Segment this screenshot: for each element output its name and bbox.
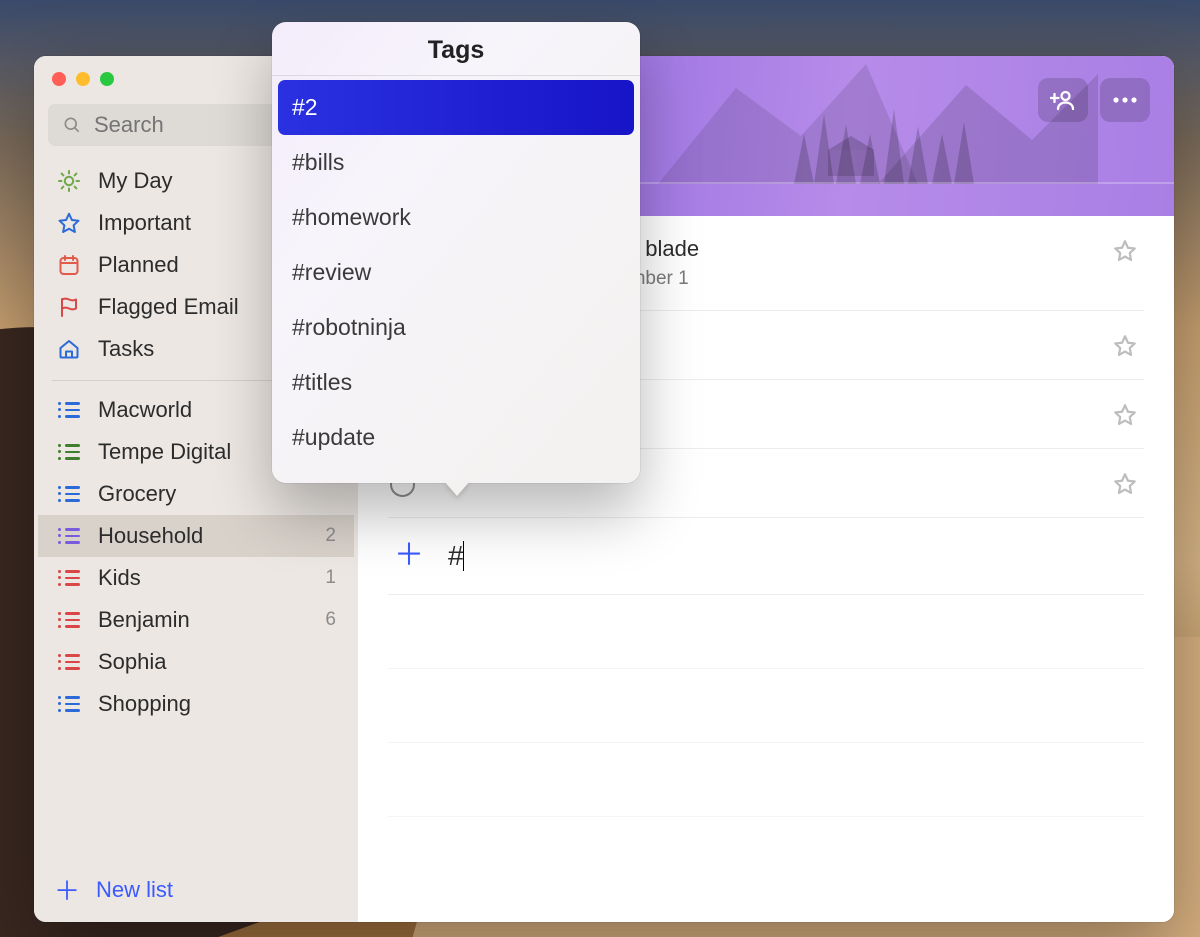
- list-label: Household: [98, 523, 203, 549]
- star-button[interactable]: [1112, 238, 1138, 264]
- list-item-household[interactable]: Household 2: [38, 515, 354, 557]
- fullscreen-window-button[interactable]: [100, 72, 114, 86]
- plus-icon: ＋: [54, 871, 80, 908]
- list-options-button[interactable]: [1100, 78, 1150, 122]
- list-item-sophia[interactable]: Sophia: [38, 641, 354, 683]
- flag-icon: [56, 294, 82, 320]
- close-window-button[interactable]: [52, 72, 66, 86]
- text-cursor: [463, 541, 465, 571]
- ellipsis-icon: [1112, 96, 1138, 104]
- search-icon: [62, 115, 82, 135]
- add-task-input[interactable]: #: [448, 540, 464, 572]
- new-list-button[interactable]: ＋ New list: [34, 857, 358, 922]
- list-label: Sophia: [98, 649, 167, 675]
- smart-list-label: Important: [98, 210, 191, 236]
- star-button[interactable]: [1112, 333, 1138, 359]
- list-icon: [56, 649, 82, 675]
- home-icon: [56, 336, 82, 362]
- star-button[interactable]: [1112, 402, 1138, 428]
- list-icon: [56, 607, 82, 633]
- tag-option[interactable]: #2: [278, 80, 634, 135]
- list-label: Tempe Digital: [98, 439, 231, 465]
- tag-option[interactable]: #review: [278, 245, 634, 300]
- empty-row: [388, 743, 1144, 817]
- add-task-row[interactable]: ＋ #: [388, 518, 1144, 595]
- smart-list-label: My Day: [98, 168, 173, 194]
- share-list-button[interactable]: [1038, 78, 1088, 122]
- tag-option[interactable]: #robotninja: [278, 300, 634, 355]
- list-label: Grocery: [98, 481, 176, 507]
- list-icon: [56, 565, 82, 591]
- star-icon: [56, 210, 82, 236]
- tag-option[interactable]: #titles: [278, 355, 634, 410]
- list-item-shopping[interactable]: Shopping: [38, 683, 354, 725]
- list-icon: [56, 397, 82, 423]
- tag-option[interactable]: #bills: [278, 135, 634, 190]
- sun-icon: [56, 168, 82, 194]
- list-icon: [56, 439, 82, 465]
- list-label: Kids: [98, 565, 141, 591]
- list-item-benjamin[interactable]: Benjamin 6: [38, 599, 354, 641]
- list-icon: [56, 481, 82, 507]
- minimize-window-button[interactable]: [76, 72, 90, 86]
- add-person-icon: [1050, 88, 1076, 112]
- star-button[interactable]: [1112, 471, 1138, 497]
- list-count-badge: 2: [325, 525, 336, 547]
- tags-popover: Tags #2#bills#homework#review#robotninja…: [272, 22, 640, 483]
- list-label: Macworld: [98, 397, 192, 423]
- empty-row: [388, 669, 1144, 743]
- list-label: Benjamin: [98, 607, 190, 633]
- new-list-label: New list: [96, 877, 173, 903]
- add-task-value: #: [448, 540, 464, 572]
- smart-list-label: Flagged Email: [98, 294, 239, 320]
- list-label: Shopping: [98, 691, 191, 717]
- list-count-badge: 1: [325, 567, 336, 589]
- tag-option[interactable]: #homework: [278, 190, 634, 245]
- empty-row: [388, 595, 1144, 669]
- list-item-kids[interactable]: Kids 1: [38, 557, 354, 599]
- smart-list-label: Planned: [98, 252, 179, 278]
- smart-list-label: Tasks: [98, 336, 154, 362]
- list-count-badge: 6: [325, 609, 336, 631]
- popover-title: Tags: [278, 36, 634, 75]
- plus-icon: ＋: [394, 541, 424, 571]
- calendar-icon: [56, 252, 82, 278]
- list-icon: [56, 523, 82, 549]
- list-icon: [56, 691, 82, 717]
- tag-option[interactable]: #update: [278, 410, 634, 465]
